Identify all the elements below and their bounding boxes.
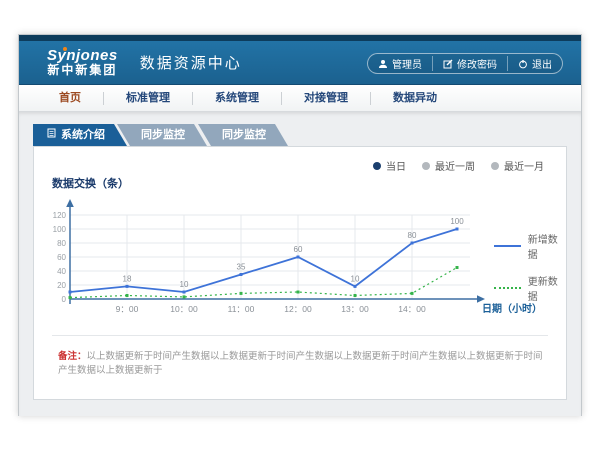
current-user-button[interactable]: 管理员 <box>368 56 432 71</box>
svg-text:10: 10 <box>351 274 360 283</box>
chart-y-axis-title: 数据交换（条） <box>52 175 129 191</box>
power-icon <box>518 59 528 69</box>
app-header: Synjones 新中新集团 数据资源中心 管理员 修改密码 <box>19 41 581 85</box>
range-option-month[interactable]: 最近一月 <box>491 158 544 173</box>
svg-text:13：00: 13：00 <box>341 304 369 314</box>
range-label: 当日 <box>386 158 406 173</box>
solid-line-icon <box>494 245 521 247</box>
chart-legend: 新增数据 更新数据 <box>494 231 566 303</box>
radio-dot-icon <box>422 162 430 170</box>
range-label: 最近一周 <box>435 158 475 173</box>
svg-text:20: 20 <box>57 281 66 290</box>
legend-item-new-data[interactable]: 新增数据 <box>494 231 566 261</box>
user-icon <box>378 59 388 69</box>
legend-label: 新增数据 <box>528 231 566 261</box>
page: Synjones 新中新集团 数据资源中心 管理员 修改密码 <box>0 0 600 450</box>
tab-sync-monitor-2[interactable]: 同步监控 <box>198 124 288 146</box>
legend-label: 更新数据 <box>528 273 566 303</box>
edit-icon <box>443 59 453 69</box>
user-label: 管理员 <box>392 56 422 71</box>
logo-text: Synjones <box>47 48 118 64</box>
svg-text:60: 60 <box>57 253 66 262</box>
tab-sync-monitor-1[interactable]: 同步监控 <box>117 124 207 146</box>
svg-text:100: 100 <box>450 217 464 226</box>
footnote: 备注：以上数据更新于时间产生数据以上数据更新于时间产生数据以上数据更新于时间产生… <box>58 350 546 379</box>
footnote-text: 以上数据更新于时间产生数据以上数据更新于时间产生数据以上数据更新于时间产生数据以… <box>58 351 543 376</box>
radio-dot-icon <box>373 162 381 170</box>
svg-text:14：00: 14：00 <box>398 304 426 314</box>
main-nav: 首页 标准管理 系统管理 对接管理 数据异动 <box>19 85 581 112</box>
footnote-label: 备注： <box>58 351 87 362</box>
tab-bar: 系统介绍 同步监控 同步监控 <box>33 124 288 146</box>
nav-item-data-change[interactable]: 数据异动 <box>371 85 459 111</box>
user-actions: 管理员 修改密码 退出 <box>367 53 563 74</box>
svg-text:80: 80 <box>57 239 66 248</box>
svg-text:100: 100 <box>53 225 67 234</box>
nav-item-standard-mgmt[interactable]: 标准管理 <box>104 85 192 111</box>
logo-company: 新中新集团 <box>47 64 118 77</box>
range-option-today[interactable]: 当日 <box>373 158 406 173</box>
page-title: 数据资源中心 <box>140 52 242 73</box>
radio-dot-icon <box>491 162 499 170</box>
svg-text:120: 120 <box>53 211 67 220</box>
document-icon <box>47 124 56 146</box>
nav-item-system-mgmt[interactable]: 系统管理 <box>193 85 281 111</box>
svg-text:40: 40 <box>57 267 66 276</box>
svg-text:11：00: 11：00 <box>228 304 255 314</box>
legend-item-updated-data[interactable]: 更新数据 <box>494 273 566 303</box>
range-option-week[interactable]: 最近一周 <box>422 158 475 173</box>
svg-text:12：00: 12：00 <box>284 304 312 314</box>
card-divider <box>52 335 548 336</box>
svg-text:60: 60 <box>294 245 303 254</box>
range-label: 最近一月 <box>504 158 544 173</box>
tab-label: 系统介绍 <box>61 124 105 146</box>
dotted-line-icon <box>494 287 521 289</box>
tab-label: 同步监控 <box>141 124 185 146</box>
line-chart: 0 20 40 60 80 100 120 9：00 10：00 11：00 12：00 13：00 1… <box>50 192 570 324</box>
tab-label: 同步监控 <box>222 124 266 146</box>
svg-text:10：00: 10：00 <box>170 304 198 314</box>
svg-text:18: 18 <box>123 274 132 283</box>
logout-button[interactable]: 退出 <box>507 56 562 71</box>
chart-card: 当日 最近一周 最近一月 数据交换（条） 0 20 40 60 80 100 120 9：00… <box>33 146 567 400</box>
svg-text:9：00: 9：00 <box>116 304 139 314</box>
tab-system-intro[interactable]: 系统介绍 <box>33 124 127 146</box>
nav-item-interface-mgmt[interactable]: 对接管理 <box>282 85 370 111</box>
range-selector: 当日 最近一周 最近一月 <box>373 158 544 173</box>
svg-text:35: 35 <box>237 263 246 272</box>
svg-text:0: 0 <box>62 295 67 304</box>
svg-text:10: 10 <box>180 280 189 289</box>
change-password-button[interactable]: 修改密码 <box>432 56 507 71</box>
svg-text:日期（小时）: 日期（小时） <box>482 302 542 315</box>
change-password-label: 修改密码 <box>457 56 497 71</box>
svg-text:80: 80 <box>408 231 417 240</box>
brand-logo: Synjones 新中新集团 <box>47 48 118 76</box>
content-area: 系统介绍 同步监控 同步监控 当日 最近一周 <box>19 112 581 416</box>
logout-label: 退出 <box>532 56 552 71</box>
nav-item-home[interactable]: 首页 <box>37 85 103 111</box>
app-window: Synjones 新中新集团 数据资源中心 管理员 修改密码 <box>18 34 582 416</box>
